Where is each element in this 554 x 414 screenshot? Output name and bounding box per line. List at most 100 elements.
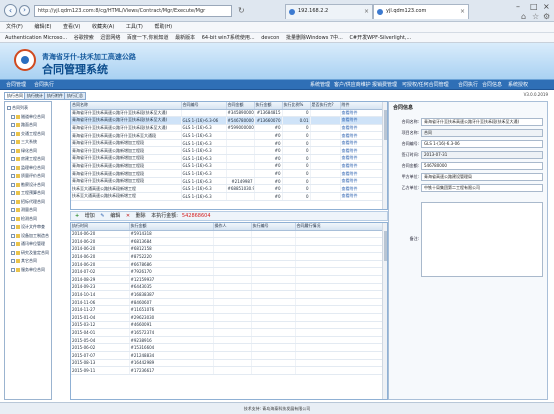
- tree-item[interactable]: 设计文件审查: [11, 223, 45, 230]
- column-header[interactable]: 执行金额: [129, 223, 214, 231]
- menu-help[interactable]: 帮助(H): [154, 24, 172, 30]
- attachment-link[interactable]: 查看附件: [340, 116, 384, 125]
- table-row[interactable]: 2015-01-04 #29623030: [71, 313, 384, 322]
- menu-file[interactable]: 文件(F): [6, 24, 23, 30]
- tree-item[interactable]: 交通工程合同: [11, 130, 45, 137]
- table-row[interactable]: 青海省牙什至扶禾高速公路牙什至扶禾至大通段 GLS 1-(16)-6.3 #0 0 查看…: [71, 131, 384, 140]
- column-header[interactable]: 执行比例%: [282, 102, 311, 110]
- tab-exec-contract[interactable]: 执行合同: [4, 92, 26, 100]
- fav-link[interactable]: 64-bit win7系统使用...: [202, 35, 255, 41]
- add-button[interactable]: + 增加: [75, 213, 95, 219]
- tree-item[interactable]: 勘察设计合同: [11, 181, 45, 188]
- expand-icon[interactable]: [11, 114, 15, 119]
- table-row[interactable]: 青海省牙什至扶禾高速公路牙什至扶禾段(扶禾至大通) GLS 1-(16)-6.3-…: [71, 116, 384, 125]
- table-row[interactable]: 2014-06-20 #6678686: [71, 260, 384, 269]
- field-input[interactable]: 合同: [421, 129, 543, 137]
- table-row[interactable]: 2015-04-01 #16572374: [71, 328, 384, 337]
- expand-icon[interactable]: [11, 233, 15, 238]
- tree-item[interactable]: 质量评价合同: [11, 172, 45, 179]
- nav-expense[interactable]: 报销费管理: [372, 81, 397, 89]
- tab-exec-stats[interactable]: 执行统计: [24, 92, 46, 100]
- tab-exec-attach[interactable]: 执行附件: [44, 92, 66, 100]
- attachment-link[interactable]: 查看附件: [340, 109, 384, 118]
- fav-link[interactable]: 谷歌搜索: [74, 35, 94, 41]
- nav-system[interactable]: 系统管理: [310, 81, 330, 89]
- scroll-thumb[interactable]: [384, 110, 387, 140]
- attachment-link[interactable]: 查看附件: [340, 146, 384, 156]
- menu-tools[interactable]: 工具(T): [126, 24, 143, 30]
- table-row[interactable]: 青海省牙什至扶禾高速公路新增加工程段 GLS 1-(16)-6.3 #0 0 查看附件: [71, 154, 384, 163]
- table-row[interactable]: 2015-06-02 #15316604: [71, 343, 384, 352]
- tree-item[interactable]: 测量合同: [11, 206, 37, 213]
- tree-item[interactable]: 路面合同: [11, 121, 37, 128]
- expand-icon[interactable]: [11, 157, 15, 161]
- expand-icon[interactable]: [11, 140, 15, 144]
- tree-item[interactable]: 检测合同: [11, 215, 37, 222]
- menu-view[interactable]: 查看(V): [63, 24, 80, 30]
- attachment-link[interactable]: 查看附件: [340, 184, 384, 194]
- nav-execute[interactable]: 合同执行: [458, 81, 478, 89]
- tree-item[interactable]: 设备加工制造合: [11, 232, 49, 239]
- tree-item[interactable]: 隧道单位合同: [11, 113, 45, 120]
- minimize-icon[interactable]: –: [516, 2, 520, 11]
- table-row[interactable]: 2014-11-27 #11651076: [71, 305, 384, 315]
- delete-button[interactable]: ✕ 删除: [126, 213, 146, 219]
- tree-item[interactable]: 服务单位合同: [11, 266, 45, 273]
- forward-button[interactable]: ›: [19, 5, 30, 16]
- attachment-link[interactable]: 查看附件: [340, 139, 384, 148]
- attachment-link[interactable]: 查看附件: [340, 154, 384, 163]
- settings-gear-icon[interactable]: ⚙: [543, 12, 550, 21]
- fav-link[interactable]: Authentication Microso...: [5, 35, 67, 41]
- column-header[interactable]: 合同履行情况: [295, 223, 384, 231]
- tab-exec-summary[interactable]: 执行汇总: [64, 92, 86, 100]
- tree-item[interactable]: 三大系统: [11, 138, 37, 145]
- fav-link[interactable]: 批量删除Windows 7中...: [286, 35, 343, 41]
- tree-item[interactable]: 其它合同: [11, 257, 37, 264]
- nav-info[interactable]: 合同信息: [482, 81, 502, 89]
- browser-tab[interactable]: 192.168.2.2 ×: [285, 4, 373, 19]
- expand-icon[interactable]: [11, 242, 15, 246]
- table-row[interactable]: 青海省牙什至扶禾高速公路新增加工程段 GLS 1-(16)-6.3 #0 0 查看附件: [71, 169, 384, 178]
- column-header[interactable]: 是否执行完?: [310, 102, 341, 110]
- column-header[interactable]: 附件: [340, 102, 384, 110]
- table-row[interactable]: 2014-06-20 #6813684: [71, 237, 384, 246]
- attachment-link[interactable]: 查看附件: [340, 124, 384, 133]
- expand-icon[interactable]: [11, 216, 15, 221]
- tree-item[interactable]: 监理单位合同: [11, 164, 45, 171]
- column-header[interactable]: 合同编号: [181, 102, 227, 110]
- browser-tab-active[interactable]: yjl.qdm123.com ×: [373, 4, 469, 19]
- attachment-link[interactable]: 查看附件: [340, 177, 384, 186]
- table-row[interactable]: 2015-09-11 #17236617: [71, 366, 384, 375]
- fav-link[interactable]: 迅雷网络: [100, 35, 120, 41]
- table-row[interactable]: 青海省牙什至扶禾高速公路新增加工程段 GLS 1-(16)-6.3 #0 0 查看附件: [71, 162, 384, 171]
- expand-icon[interactable]: [11, 208, 15, 212]
- fav-link[interactable]: 最新版本: [175, 35, 195, 41]
- nav-authorize[interactable]: 可授权/任何合同管理: [402, 81, 449, 89]
- table-row[interactable]: 青海省牙什至扶禾高速公路新增加工程段 GLS 1-(16)-6.3 #0 0 查看附件: [71, 139, 384, 148]
- table-row[interactable]: 2014-07-02 #7926170: [71, 267, 384, 277]
- edit-button[interactable]: ✎ 编辑: [100, 213, 120, 219]
- expand-icon[interactable]: [11, 250, 15, 255]
- field-input[interactable]: 青海省牙什至扶禾高速公路牙什至扶禾段(扶禾至大通): [421, 118, 543, 126]
- table-row[interactable]: 2014-06-20 #8752220: [71, 252, 384, 261]
- remark-textarea[interactable]: [421, 202, 543, 277]
- field-input[interactable]: 546780000: [421, 162, 543, 170]
- table-row[interactable]: 2014-10-14 #16838387: [71, 290, 384, 299]
- field-input[interactable]: GLS 1-(16)-6.3-06: [421, 140, 543, 148]
- tree-item[interactable]: 房建工程合同: [11, 155, 45, 162]
- table-row[interactable]: 扶禾至大通高速公路扶禾段新增工程 GLS 1-(16)-6.3 #0 0 查看附件: [71, 192, 384, 201]
- table-row[interactable]: 2015-08-13 #16442989: [71, 359, 384, 368]
- expand-icon[interactable]: [11, 259, 15, 263]
- column-header[interactable]: 操作人: [213, 223, 252, 231]
- table-row[interactable]: 2015-07-07 #21248834: [71, 351, 384, 360]
- table-row[interactable]: 青海省牙什至扶禾高速公路新增加工程段 GLS 1-(16)-6.3 #2149987…: [71, 177, 384, 186]
- table-row[interactable]: 青海省牙什至扶禾高速公路牙什至扶禾段(扶禾至大通) GLS 1-(16)-6.3 #…: [71, 124, 384, 133]
- tree-item[interactable]: 绿化合同: [11, 147, 37, 154]
- expand-icon[interactable]: [11, 267, 15, 272]
- field-input[interactable]: 2013-07-31: [421, 151, 543, 159]
- expand-icon[interactable]: [11, 148, 15, 153]
- nav-contract-mgmt[interactable]: 合同管理: [6, 81, 26, 89]
- table-row[interactable]: 2015-03-12 #4660091: [71, 321, 384, 330]
- menu-favorites[interactable]: 收藏夹(A): [92, 24, 114, 30]
- tree-item[interactable]: 研究及鉴定合同: [11, 249, 49, 256]
